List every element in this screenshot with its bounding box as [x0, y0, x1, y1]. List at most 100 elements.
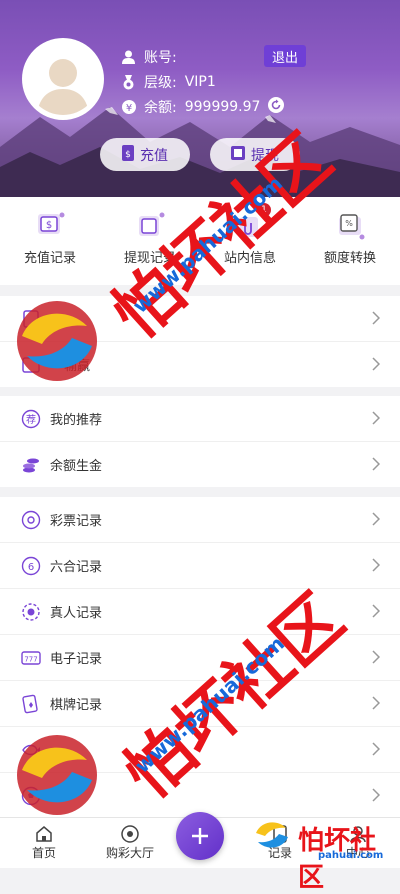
- level-label: 层级:: [144, 75, 177, 91]
- win-loss-icon: [20, 354, 42, 376]
- menu-row-label: 输赢: [64, 359, 91, 374]
- quick-label: 提现记录: [123, 251, 176, 266]
- chevron-right-icon: [372, 787, 381, 806]
- chevron-right-icon: [372, 741, 381, 760]
- quick-actions: $ 充值记录 提现记录 1 站内信息 % 额度转换: [0, 197, 400, 285]
- quick-transfer[interactable]: % 额度转换: [300, 211, 400, 266]
- account-row: 账号:: [121, 47, 185, 67]
- refresh-icon[interactable]: [268, 97, 285, 117]
- quick-messages[interactable]: 1 站内信息: [200, 203, 300, 266]
- svg-text:¥: ¥: [125, 103, 131, 114]
- chevron-right-icon: [372, 649, 381, 668]
- lobby-icon: [90, 824, 170, 844]
- tab-home[interactable]: 首页: [4, 824, 84, 861]
- logout-button[interactable]: 退出: [264, 45, 306, 67]
- balance-value: 999999.97: [184, 99, 261, 115]
- message-icon: 1: [235, 203, 271, 241]
- medal-icon: [121, 74, 136, 90]
- chevron-right-icon: [372, 410, 381, 429]
- recharge-record-icon: $: [35, 211, 65, 241]
- chevron-right-icon: [372, 456, 381, 475]
- quick-recharge-record[interactable]: $ 充值记录: [0, 211, 100, 266]
- plus-button[interactable]: [176, 812, 224, 860]
- chevron-right-icon: [372, 511, 381, 530]
- coins-icon: [20, 454, 42, 476]
- account-label: 账号:: [144, 50, 177, 66]
- chevron-right-icon: [372, 310, 381, 329]
- transfer-icon: %: [335, 211, 365, 241]
- avatar-person-icon: [37, 59, 89, 115]
- menu-row-slot[interactable]: 777 电子记录: [0, 635, 400, 681]
- chevron-right-icon: [372, 695, 381, 714]
- svg-text:%: %: [345, 219, 353, 228]
- quick-withdraw-record[interactable]: 提现记录: [100, 211, 200, 266]
- referral-icon: 荐: [20, 408, 42, 430]
- user-icon: [121, 50, 136, 65]
- menu-row-label: 电子记录: [50, 652, 103, 667]
- live-icon: [20, 601, 42, 623]
- chevron-right-icon: [372, 356, 381, 375]
- record-icon: [240, 824, 320, 844]
- tab-records[interactable]: 记录: [240, 824, 320, 861]
- menu-row-label: 真人记录: [50, 606, 103, 621]
- liuhe-icon: 6: [20, 555, 42, 577]
- menu-row-coins[interactable]: 余额生金: [0, 442, 400, 487]
- menu-row-referral[interactable]: 荐 我的推荐: [0, 396, 400, 442]
- menu-row-lottery[interactable]: 彩票记录: [0, 497, 400, 543]
- cards-icon: [20, 693, 42, 715]
- recharge-label: 充值: [140, 147, 168, 164]
- menu-group-referral: 荐 我的推荐 余额生金: [0, 396, 400, 487]
- lottery-icon: [20, 509, 42, 531]
- card-icon: [231, 145, 245, 164]
- menu-row-report[interactable]: [0, 296, 400, 342]
- avatar[interactable]: [22, 38, 104, 120]
- balance-label: 余额:: [144, 100, 177, 116]
- svg-text:$: $: [46, 220, 52, 231]
- withdraw-button[interactable]: 提现: [210, 138, 300, 171]
- quick-label: 站内信息: [223, 251, 276, 266]
- level-row: 层级: VIP1: [121, 72, 216, 92]
- tab-label: 首页: [31, 846, 56, 860]
- tab-label: 记录: [267, 846, 292, 860]
- home-icon: [4, 824, 84, 844]
- tab-label: 购彩大厅: [105, 846, 154, 860]
- svg-text:荐: 荐: [26, 414, 36, 426]
- menu-row-liuhe[interactable]: 6 六合记录: [0, 543, 400, 589]
- balance-row: ¥ 余额: 999999.97: [121, 97, 285, 117]
- menu-row-win-loss[interactable]: 输赢: [0, 342, 400, 387]
- tab-lobby[interactable]: 购彩大厅: [90, 824, 170, 861]
- menu-row-label: 六合记录: [50, 560, 103, 575]
- svg-text:$: $: [125, 150, 131, 160]
- quick-label: 额度转换: [323, 251, 376, 266]
- quick-label: 充值记录: [23, 251, 76, 266]
- level-value: VIP1: [184, 74, 216, 90]
- withdraw-record-icon: [135, 211, 165, 241]
- recharge-button[interactable]: $ 充值: [100, 138, 190, 171]
- chevron-right-icon: [372, 603, 381, 622]
- menu-row-label: 彩票记录: [50, 514, 103, 529]
- menu-group-reports: 输赢: [0, 296, 400, 387]
- menu-row-cards[interactable]: 棋牌记录: [0, 681, 400, 727]
- svg-text:6: 6: [28, 562, 34, 573]
- slot-icon: 777: [20, 647, 42, 669]
- user-icon: [318, 824, 398, 844]
- svg-text:777: 777: [24, 655, 37, 663]
- menu-row-fish[interactable]: [0, 727, 400, 773]
- menu-group-records: 彩票记录 6 六合记录 真人记录 777 电子记录 棋牌记录: [0, 497, 400, 818]
- withdraw-label: 提现: [251, 147, 279, 164]
- message-badge: 1: [257, 203, 271, 217]
- menu-row-label: 我的推荐: [50, 413, 103, 428]
- tab-label: 中心: [345, 846, 370, 860]
- plus-icon: [192, 828, 208, 844]
- menu-row-label: 余额生金: [50, 459, 103, 474]
- wallet-icon: $: [122, 144, 134, 165]
- sports-icon: [20, 785, 42, 807]
- chevron-right-icon: [372, 557, 381, 576]
- profile-header: 账号: 退出 层级: VIP1 ¥ 余额: 999999.97 $ 充值 提现: [0, 0, 400, 197]
- yen-icon: ¥: [121, 100, 136, 115]
- fish-icon: [20, 739, 42, 761]
- tab-user[interactable]: 中心: [318, 824, 398, 861]
- menu-row-live[interactable]: 真人记录: [0, 589, 400, 635]
- menu-row-label: 棋牌记录: [50, 698, 103, 713]
- report-icon: [20, 308, 42, 330]
